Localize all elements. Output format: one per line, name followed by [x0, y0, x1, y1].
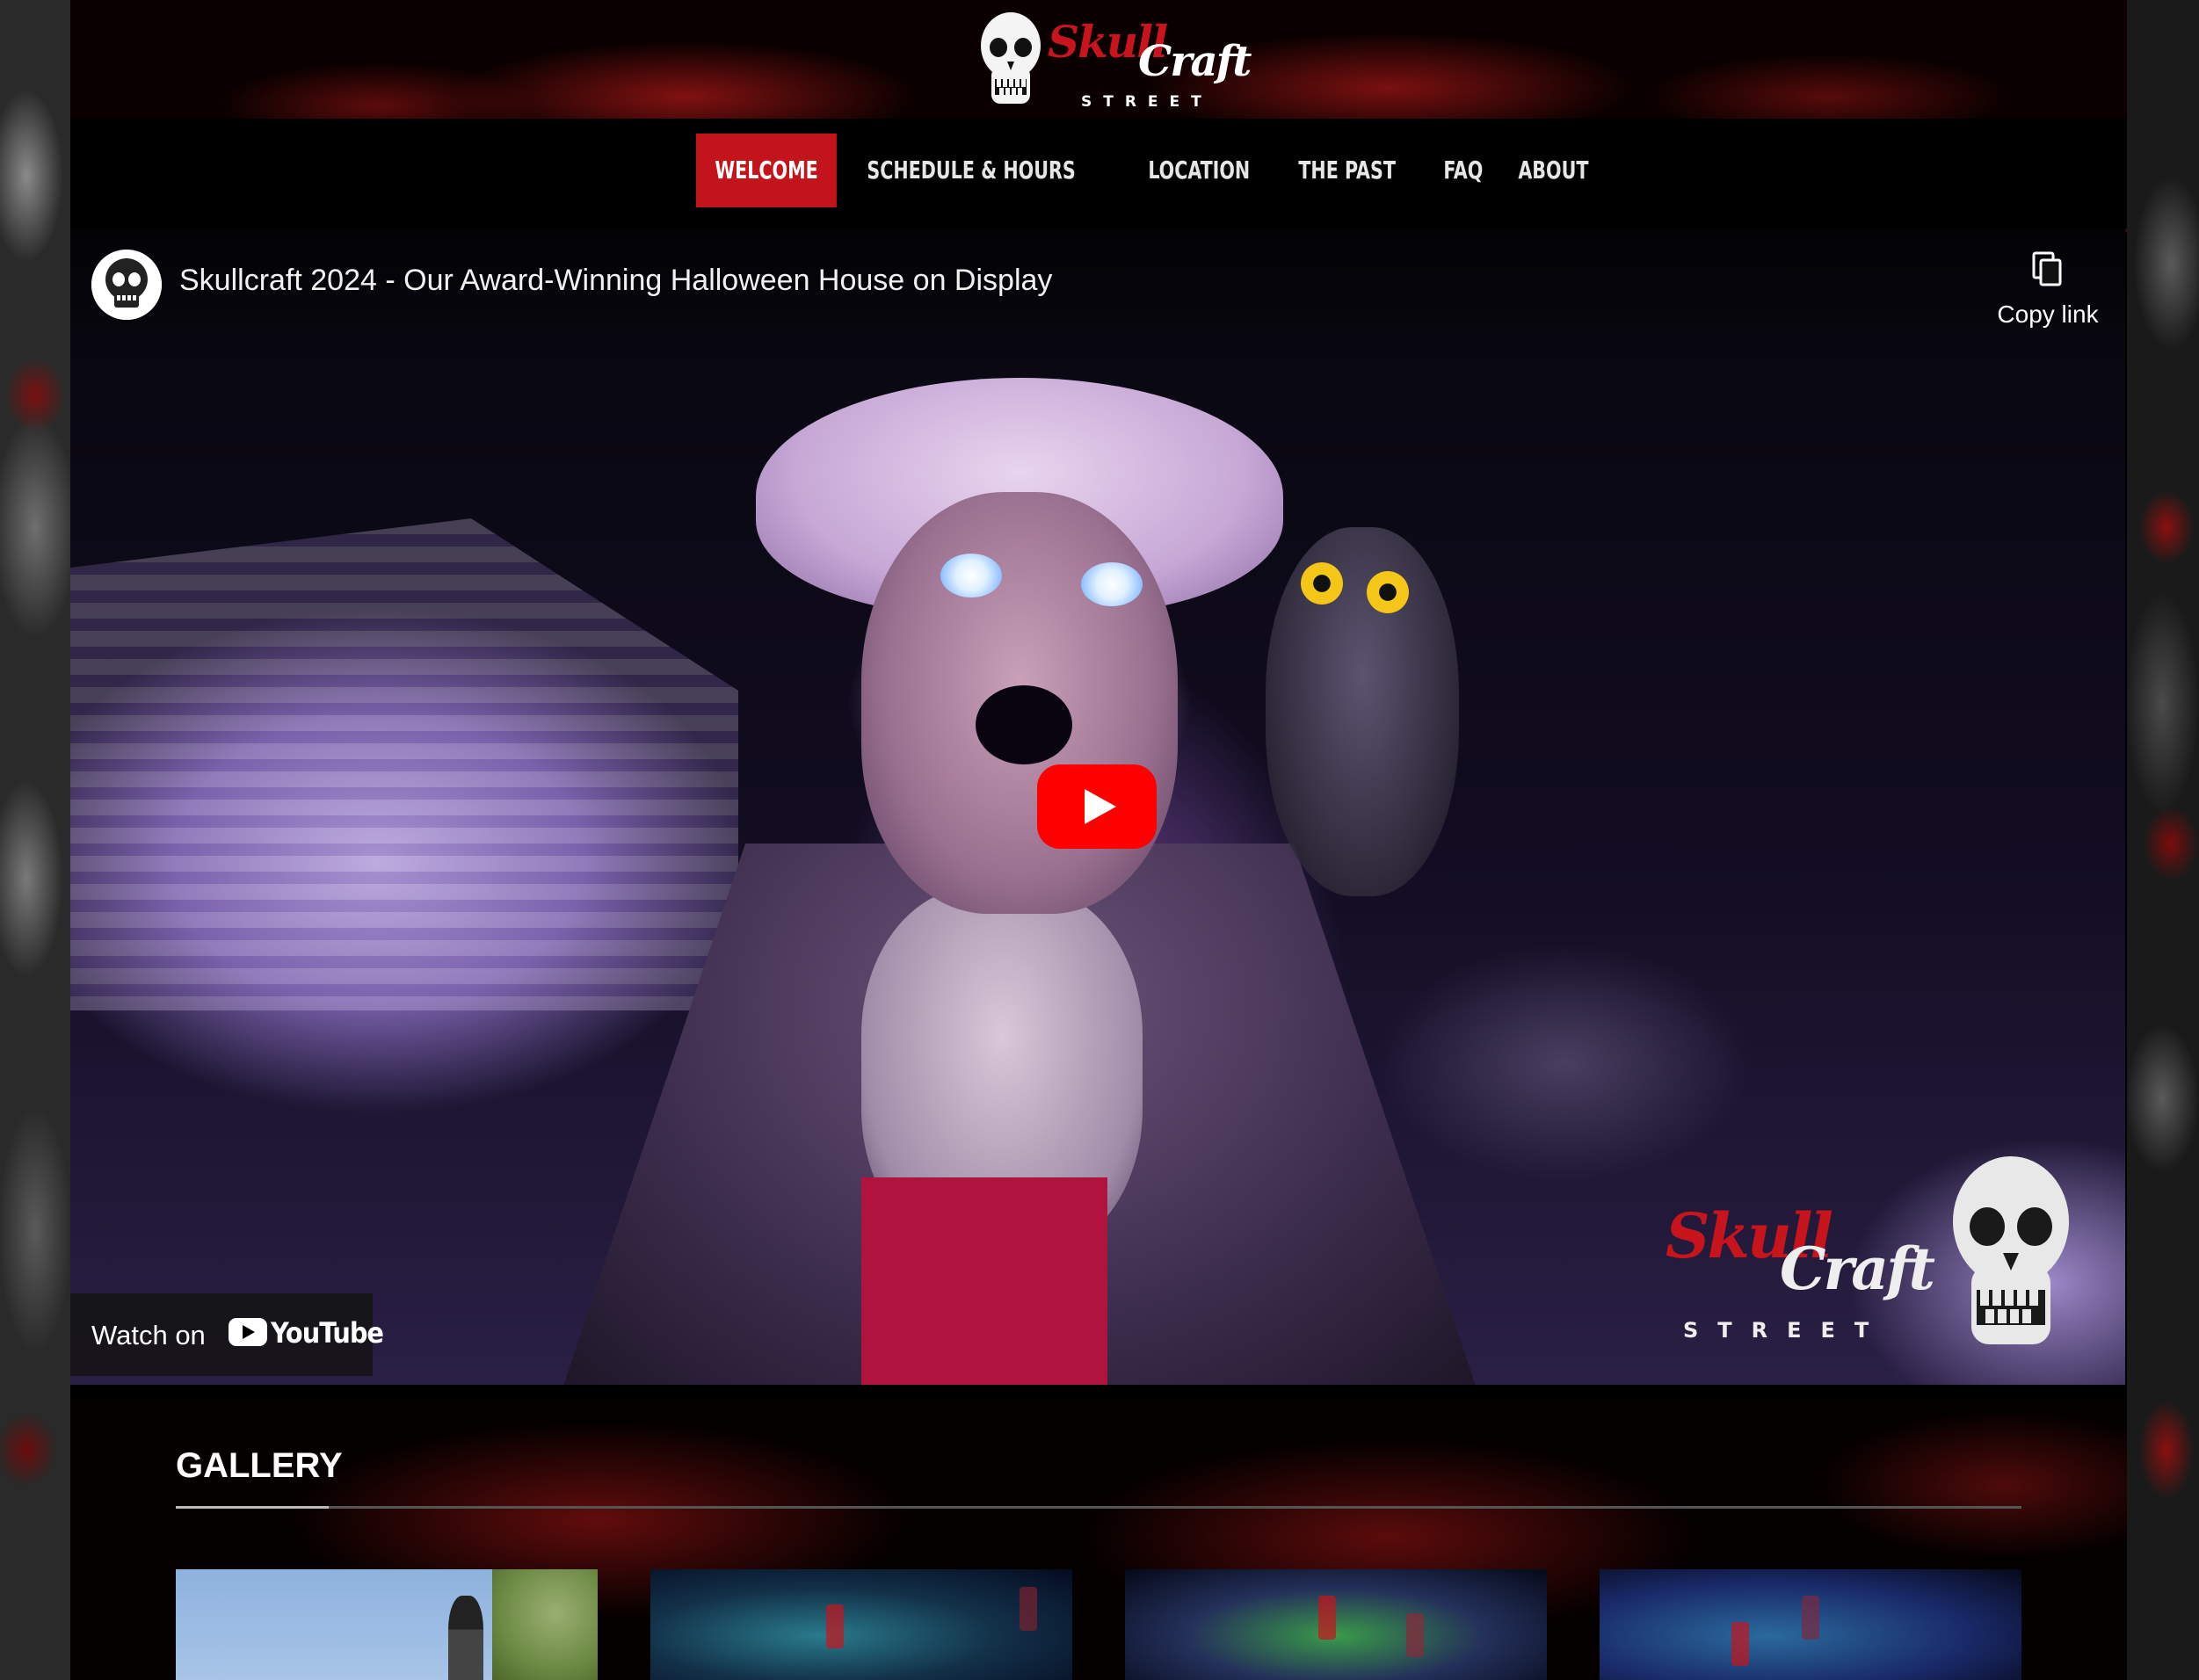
video-scene-eye-left	[940, 554, 1002, 597]
main-nav: WELCOME SCHEDULE & HOURS LOCATION THE PA…	[70, 119, 2127, 232]
video-scene-vest	[861, 1177, 1107, 1385]
gallery-thumbnail[interactable]	[1600, 1569, 2021, 1680]
logo-word-craft: Craft	[1138, 37, 1252, 86]
video-title[interactable]: Skullcraft 2024 - Our Award-Winning Hall…	[179, 264, 1052, 298]
logo-word-street: STREET	[1081, 93, 1213, 111]
watermark-skull-icon	[1953, 1156, 2069, 1344]
nav-item-faq[interactable]: FAQ	[1425, 134, 1502, 207]
gallery-section: GALLERY	[70, 1397, 2127, 1680]
nav-item-schedule-hours[interactable]: SCHEDULE & HOURS	[848, 134, 1094, 207]
gallery-thumbnail[interactable]	[176, 1569, 598, 1680]
owl-eye-right	[1367, 571, 1409, 613]
nav-item-about[interactable]: ABOUT	[1499, 134, 1608, 207]
video-top-shade	[70, 228, 2125, 369]
video-scene-owl	[1266, 527, 1459, 896]
site-logo[interactable]: Skull Craft STREET	[976, 9, 1252, 114]
play-button[interactable]	[1037, 764, 1157, 849]
video-watermark: Skull Craft STREET	[1666, 1151, 2087, 1362]
right-smoke-background	[2127, 0, 2199, 1680]
nav-item-welcome[interactable]: WELCOME	[696, 134, 838, 207]
nav-item-the-past[interactable]: THE PAST	[1280, 134, 1414, 207]
skull-avatar-icon	[91, 250, 162, 320]
gallery-divider-accent	[176, 1506, 329, 1509]
nav-items: WELCOME SCHEDULE & HOURS LOCATION THE PA…	[696, 134, 1612, 207]
watch-on-label: Watch on	[91, 1320, 206, 1351]
youtube-logo-icon	[229, 1318, 267, 1346]
gallery-thumbnail[interactable]	[650, 1569, 1072, 1680]
youtube-wordmark: YouTube	[271, 1316, 384, 1350]
video-scene-mouth	[976, 685, 1072, 764]
copy-icon	[2032, 251, 2062, 286]
gallery-divider	[176, 1506, 2021, 1509]
channel-avatar[interactable]	[91, 250, 162, 320]
gallery-thumbnail[interactable]	[1125, 1569, 1547, 1680]
page-frame: Skull Craft STREET WELCOME SCHEDULE & HO…	[70, 0, 2127, 1680]
skull-logo-icon	[981, 12, 1041, 104]
youtube-video-embed[interactable]: Skullcraft 2024 - Our Award-Winning Hall…	[70, 228, 2125, 1385]
video-scene-house-roof	[70, 518, 738, 1010]
watch-on-youtube-button[interactable]: Watch on YouTube	[70, 1293, 384, 1376]
video-scene-eye-right	[1081, 562, 1143, 606]
owl-eye-left	[1301, 562, 1343, 605]
watermark-word-craft: Craft	[1780, 1235, 1935, 1303]
copy-link-label: Copy link	[1997, 301, 2099, 328]
left-smoke-background	[0, 0, 70, 1680]
copy-link-button[interactable]: Copy link	[1986, 246, 2109, 328]
watermark-word-street: STREET	[1683, 1318, 1889, 1343]
nav-item-location[interactable]: LOCATION	[1129, 134, 1269, 207]
site-header: Skull Craft STREET	[70, 0, 2127, 119]
gallery-title: GALLERY	[176, 1446, 343, 1485]
